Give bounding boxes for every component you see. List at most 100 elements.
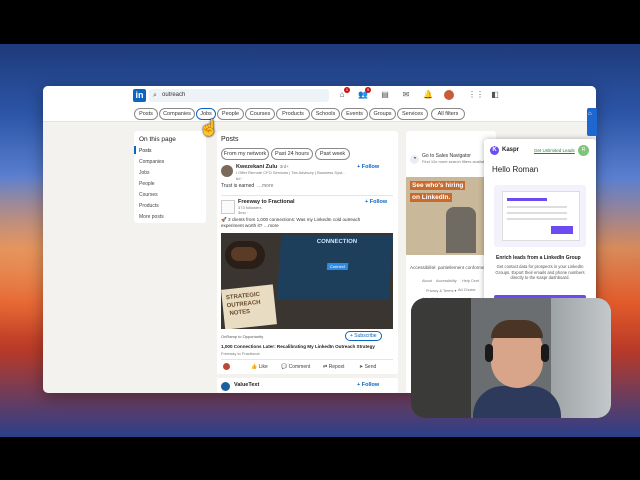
notifications-icon[interactable]: 🔔 (423, 90, 433, 100)
illustration-line (507, 212, 567, 214)
chip-from-network[interactable]: From my network (221, 148, 269, 160)
ad-headline-2: on LinkedIn. (410, 193, 453, 202)
follow-button[interactable]: + Follow (357, 164, 379, 170)
messaging-icon[interactable]: ✉ (401, 90, 411, 100)
comment-icon: 💬 (281, 364, 289, 370)
article-title[interactable]: 1,000 Connections Later: Recalibrating M… (221, 344, 375, 349)
kaspr-title: Enrich leads from a LinkedIn Group (496, 255, 581, 261)
comment-label: Comment (288, 364, 311, 370)
sidebar-item-courses[interactable]: Courses (139, 192, 158, 198)
sidebar-item-people[interactable]: People (139, 181, 155, 187)
webcam-overlay (411, 298, 611, 418)
network-icon[interactable]: 👥 9 (358, 87, 371, 100)
sidebar-item-products[interactable]: Products (139, 203, 159, 209)
avatar[interactable] (221, 165, 233, 177)
divider (221, 359, 393, 360)
screen-connect-button: Connect (326, 263, 349, 270)
accessibility-note[interactable]: Accessibilité: partiellement conforme (410, 265, 485, 270)
sidebar-item-jobs[interactable]: Jobs (139, 170, 150, 176)
person-shirt (473, 386, 561, 418)
premium-icon[interactable]: ◧ (490, 90, 500, 100)
footer-link[interactable]: Ad Choice (458, 288, 476, 292)
article-author: Freeway to Fractional (221, 351, 260, 356)
filter-courses[interactable]: Courses (245, 108, 275, 120)
letterbox-top (0, 0, 640, 44)
linkedin-topbar: in ⌕ outreach ⌂ 1 👥 9 ▤ ✉ 🔔 ⋮⋮ ◧ (43, 86, 596, 108)
notebook-line: OUTREACH (226, 299, 261, 310)
company-logo[interactable] (221, 382, 230, 391)
post-time: 6d · (236, 176, 243, 181)
see-more-link[interactable]: …more (257, 183, 273, 189)
filter-posts[interactable]: Posts (134, 108, 158, 120)
compass-icon: ◔ (410, 155, 419, 164)
sales-nav-sub: Find 10x more search filters available (422, 159, 489, 164)
post-image[interactable]: CONNECTION Connect STRATEGIC OUTREACH NO… (221, 233, 393, 329)
search-icon: ⌕ (153, 92, 157, 99)
filter-all[interactable]: All filters (431, 108, 465, 120)
posts-feed: Posts From my network Past 24 hours Past… (217, 131, 398, 393)
follow-button[interactable]: + Follow (357, 382, 379, 388)
filter-products[interactable]: Products (276, 108, 310, 120)
unlimited-leads-link[interactable]: Get Unlimited Leads (534, 148, 575, 153)
avatar[interactable]: R (578, 145, 589, 156)
kaspr-illustration (494, 185, 586, 247)
post-gap (217, 374, 398, 378)
linkedin-logo[interactable]: in (133, 89, 146, 102)
illustration-button (551, 226, 573, 234)
filter-events[interactable]: Events (341, 108, 368, 120)
footer-link[interactable]: About (422, 279, 432, 283)
divider (221, 195, 393, 196)
post-author[interactable]: ValueText (234, 382, 259, 388)
filter-schools[interactable]: Schools (311, 108, 340, 120)
kaspr-home-icon: ⌂ (588, 111, 592, 117)
repost-button[interactable]: ⇄ Repost (323, 364, 344, 370)
post-text-line2: experiment worth it? …more (221, 223, 279, 228)
sidebar-title: On this page (139, 136, 176, 143)
sidebar-item-companies[interactable]: Companies (139, 159, 164, 165)
kaspr-brand: Kaspr (502, 147, 520, 153)
letterbox-bottom (0, 437, 640, 480)
footer-link[interactable]: Accessibility (436, 279, 457, 283)
kaspr-logo: K (490, 146, 499, 155)
selected-indicator (134, 146, 136, 154)
kaspr-panel: K Kaspr Get Unlimited Leads R Hello Roma… (484, 139, 596, 305)
home-icon[interactable]: ⌂ 1 (337, 87, 350, 100)
company-logo[interactable] (221, 200, 235, 214)
article-source[interactable]: OnRamp to Opportunity (221, 334, 263, 339)
subscribe-button[interactable]: + Subscribe (345, 331, 382, 341)
illustration-line (507, 218, 567, 220)
avatar[interactable] (444, 90, 454, 100)
feed-title: Posts (221, 136, 239, 143)
jobs-icon[interactable]: ▤ (380, 90, 390, 100)
background-rack (551, 298, 611, 418)
filter-services[interactable]: Services (397, 108, 428, 120)
send-button[interactable]: ➤ Send (359, 364, 376, 370)
filter-companies[interactable]: Companies (159, 108, 195, 120)
comment-button[interactable]: 💬 Comment (281, 364, 310, 370)
like-button[interactable]: 👍 Like (251, 364, 268, 370)
sidebar-item-more-posts[interactable]: More posts (139, 214, 164, 220)
avatar[interactable] (223, 363, 230, 370)
illustration-line (507, 206, 567, 208)
filter-groups[interactable]: Groups (369, 108, 396, 120)
laptop-screen: CONNECTION Connect (276, 235, 393, 299)
coffee (231, 247, 257, 261)
post-degree: · 3rd+ (277, 164, 289, 169)
illustration-line (507, 198, 547, 201)
footer-link[interactable]: Help Cent (462, 279, 479, 283)
search-input[interactable]: ⌕ outreach (149, 89, 329, 102)
post-time: 3mo · (238, 210, 249, 215)
follow-button[interactable]: + Follow (365, 199, 387, 205)
grid-icon[interactable]: ⋮⋮ (468, 90, 484, 100)
background-shelf (411, 298, 471, 418)
filter-people[interactable]: People (217, 108, 244, 120)
chip-past-24h[interactable]: Past 24 hours (271, 148, 313, 160)
notebook-line: NOTES (229, 308, 251, 318)
ad-image[interactable]: See who's hiring on LinkedIn. (406, 177, 496, 255)
like-label: Like (258, 364, 268, 370)
footer-link[interactable]: Privacy & Terms ▾ (426, 288, 456, 293)
chip-past-week[interactable]: Past week (315, 148, 350, 160)
sidebar-item-posts[interactable]: Posts (139, 148, 152, 154)
kaspr-dock-tab[interactable]: ⌂ (587, 108, 597, 136)
kaspr-greeting: Hello Roman (492, 165, 539, 174)
